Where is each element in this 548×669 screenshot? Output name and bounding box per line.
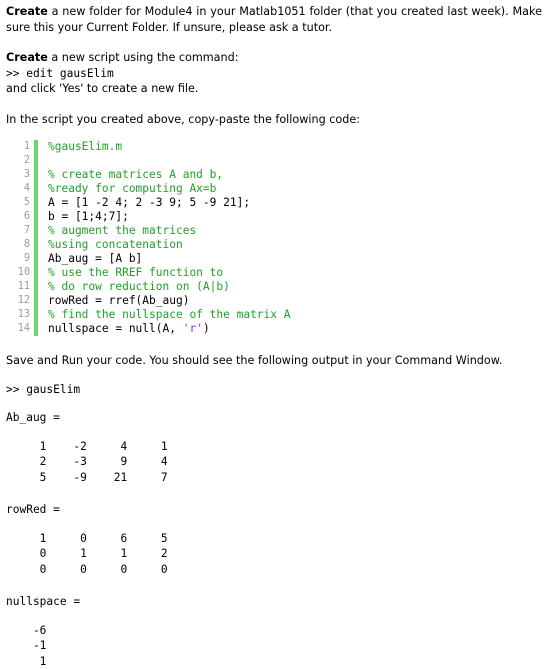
code-token: A = [1 -2 4; 2 -3 9; 5 -9 21]; [48,196,250,209]
code-line: 5 A = [1 -2 4; 2 -3 9; 5 -9 21]; [6,196,542,210]
code-token: % augment the matrices [48,224,196,237]
intro-paragraph-1-bold: Create [6,5,48,18]
spacer [6,127,542,140]
spacer [6,610,542,623]
code-line: 8 %using concatenation [6,238,542,252]
code-token: % create matrices A and b, [48,168,223,181]
intro-paragraph-1-text: a new folder for Module4 in your Matlab1… [6,5,542,34]
code-token: %using concatenation [48,238,183,251]
spacer [6,336,542,353]
code-block: 1 %gausElim.m 23 % create matrices A and b,… [6,140,542,336]
code-line-text: % augment the matrices [38,224,542,238]
spacer [6,485,542,502]
intro-paragraph-2-after: and click 'Yes' to create a new file. [6,81,542,97]
code-token: %gausElim.m [48,140,122,153]
output-instruction: Save and Run your code. You should see t… [6,353,542,369]
code-line: 10 % use the RREF function to [6,266,542,280]
code-line-text: %using concatenation [38,238,542,252]
code-line-text: %ready for computing Ax=b [38,182,542,196]
code-line-text: A = [1 -2 4; 2 -3 9; 5 -9 21]; [38,196,542,210]
code-line-text: %gausElim.m [38,140,542,154]
document-page: Create a new folder for Module4 in your … [0,0,548,669]
code-line: 1 %gausElim.m [6,140,542,154]
code-line-text: % use the RREF function to [38,266,542,280]
code-token: b = [1;4;7]; [48,210,129,223]
code-line: 2 [6,154,542,168]
spacer [6,97,542,112]
code-token: nullspace = null(A, [48,322,183,335]
code-line: 12 rowRed = rref(Ab_aug) [6,294,542,308]
code-token: % do row reduction on (A|b) [48,280,230,293]
output-matrix-row: -1 [6,638,542,654]
output-matrix-row: -6 [6,623,542,639]
code-line: 7 % augment the matrices [6,224,542,238]
output-variable-label: rowRed = [6,502,542,518]
code-token: % use the RREF function to [48,266,223,279]
code-line-text: nullspace = null(A, 'r') [38,322,542,336]
code-line-text: % find the nullspace of the matrix A [38,308,542,322]
output-matrix-row: 1 0 6 5 [6,531,542,547]
code-line-number: 12 [6,294,32,308]
output-matrix-row: 2 -3 9 4 [6,454,542,470]
output-variable-label: nullspace = [6,594,542,610]
code-token: %ready for computing Ax=b [48,182,216,195]
output-variable-label: Ab_aug = [6,410,542,426]
code-line-number: 10 [6,266,32,280]
spacer [6,397,542,410]
code-line-number: 1 [6,140,32,154]
code-token: Ab_aug = [A b] [48,252,142,265]
code-line-text [38,154,542,168]
code-line: 4 %ready for computing Ax=b [6,182,542,196]
edit-command-line: >> edit gausElim [6,66,542,82]
intro-paragraph-1: Create a new folder for Module4 in your … [6,4,542,35]
code-line-number: 11 [6,280,32,294]
code-line-number: 14 [6,322,32,336]
intro-paragraph-2-text: a new script using the command: [48,51,239,64]
code-line-text: % do row reduction on (A|b) [38,280,542,294]
code-line: 9 Ab_aug = [A b] [6,252,542,266]
intro-paragraph-3: In the script you created above, copy-pa… [6,112,542,128]
code-line-number: 13 [6,308,32,322]
code-token: 'r' [183,322,203,335]
code-line-number: 3 [6,168,32,182]
intro-paragraph-2: Create a new script using the command: [6,50,542,66]
output-matrix-row: 0 0 0 0 [6,562,542,578]
code-line-text: Ab_aug = [A b] [38,252,542,266]
code-line-number: 9 [6,252,32,266]
code-line-number: 7 [6,224,32,238]
code-line-text: b = [1;4;7]; [38,210,542,224]
spacer [6,518,542,531]
code-line: 13 % find the nullspace of the matrix A [6,308,542,322]
code-line-text: rowRed = rref(Ab_aug) [38,294,542,308]
code-line: 6 b = [1;4;7]; [6,210,542,224]
intro-paragraph-2-bold: Create [6,51,48,64]
spacer [6,369,542,382]
output-matrix-row: 5 -9 21 7 [6,470,542,486]
output-matrix-row: 0 1 1 2 [6,546,542,562]
spacer [6,577,542,594]
code-line-number: 4 [6,182,32,196]
spacer [6,35,542,50]
code-line-text: % create matrices A and b, [38,168,542,182]
code-line-number: 8 [6,238,32,252]
code-token: rowRed = rref(Ab_aug) [48,294,189,307]
console-output: Ab_aug = 1 -2 4 1 2 -3 9 4 5 -9 21 7 rowR… [6,410,542,669]
output-matrix-row: 1 -2 4 1 [6,439,542,455]
code-token: % find the nullspace of the matrix A [48,308,290,321]
code-line: 3 % create matrices A and b, [6,168,542,182]
code-line: 11 % do row reduction on (A|b) [6,280,542,294]
code-line-number: 6 [6,210,32,224]
run-command-line: >> gausElim [6,382,542,398]
code-token: ) [203,322,210,335]
code-line-number: 2 [6,154,32,168]
code-line: 14 nullspace = null(A, 'r') [6,322,542,336]
code-line-number: 5 [6,196,32,210]
spacer [6,426,542,439]
